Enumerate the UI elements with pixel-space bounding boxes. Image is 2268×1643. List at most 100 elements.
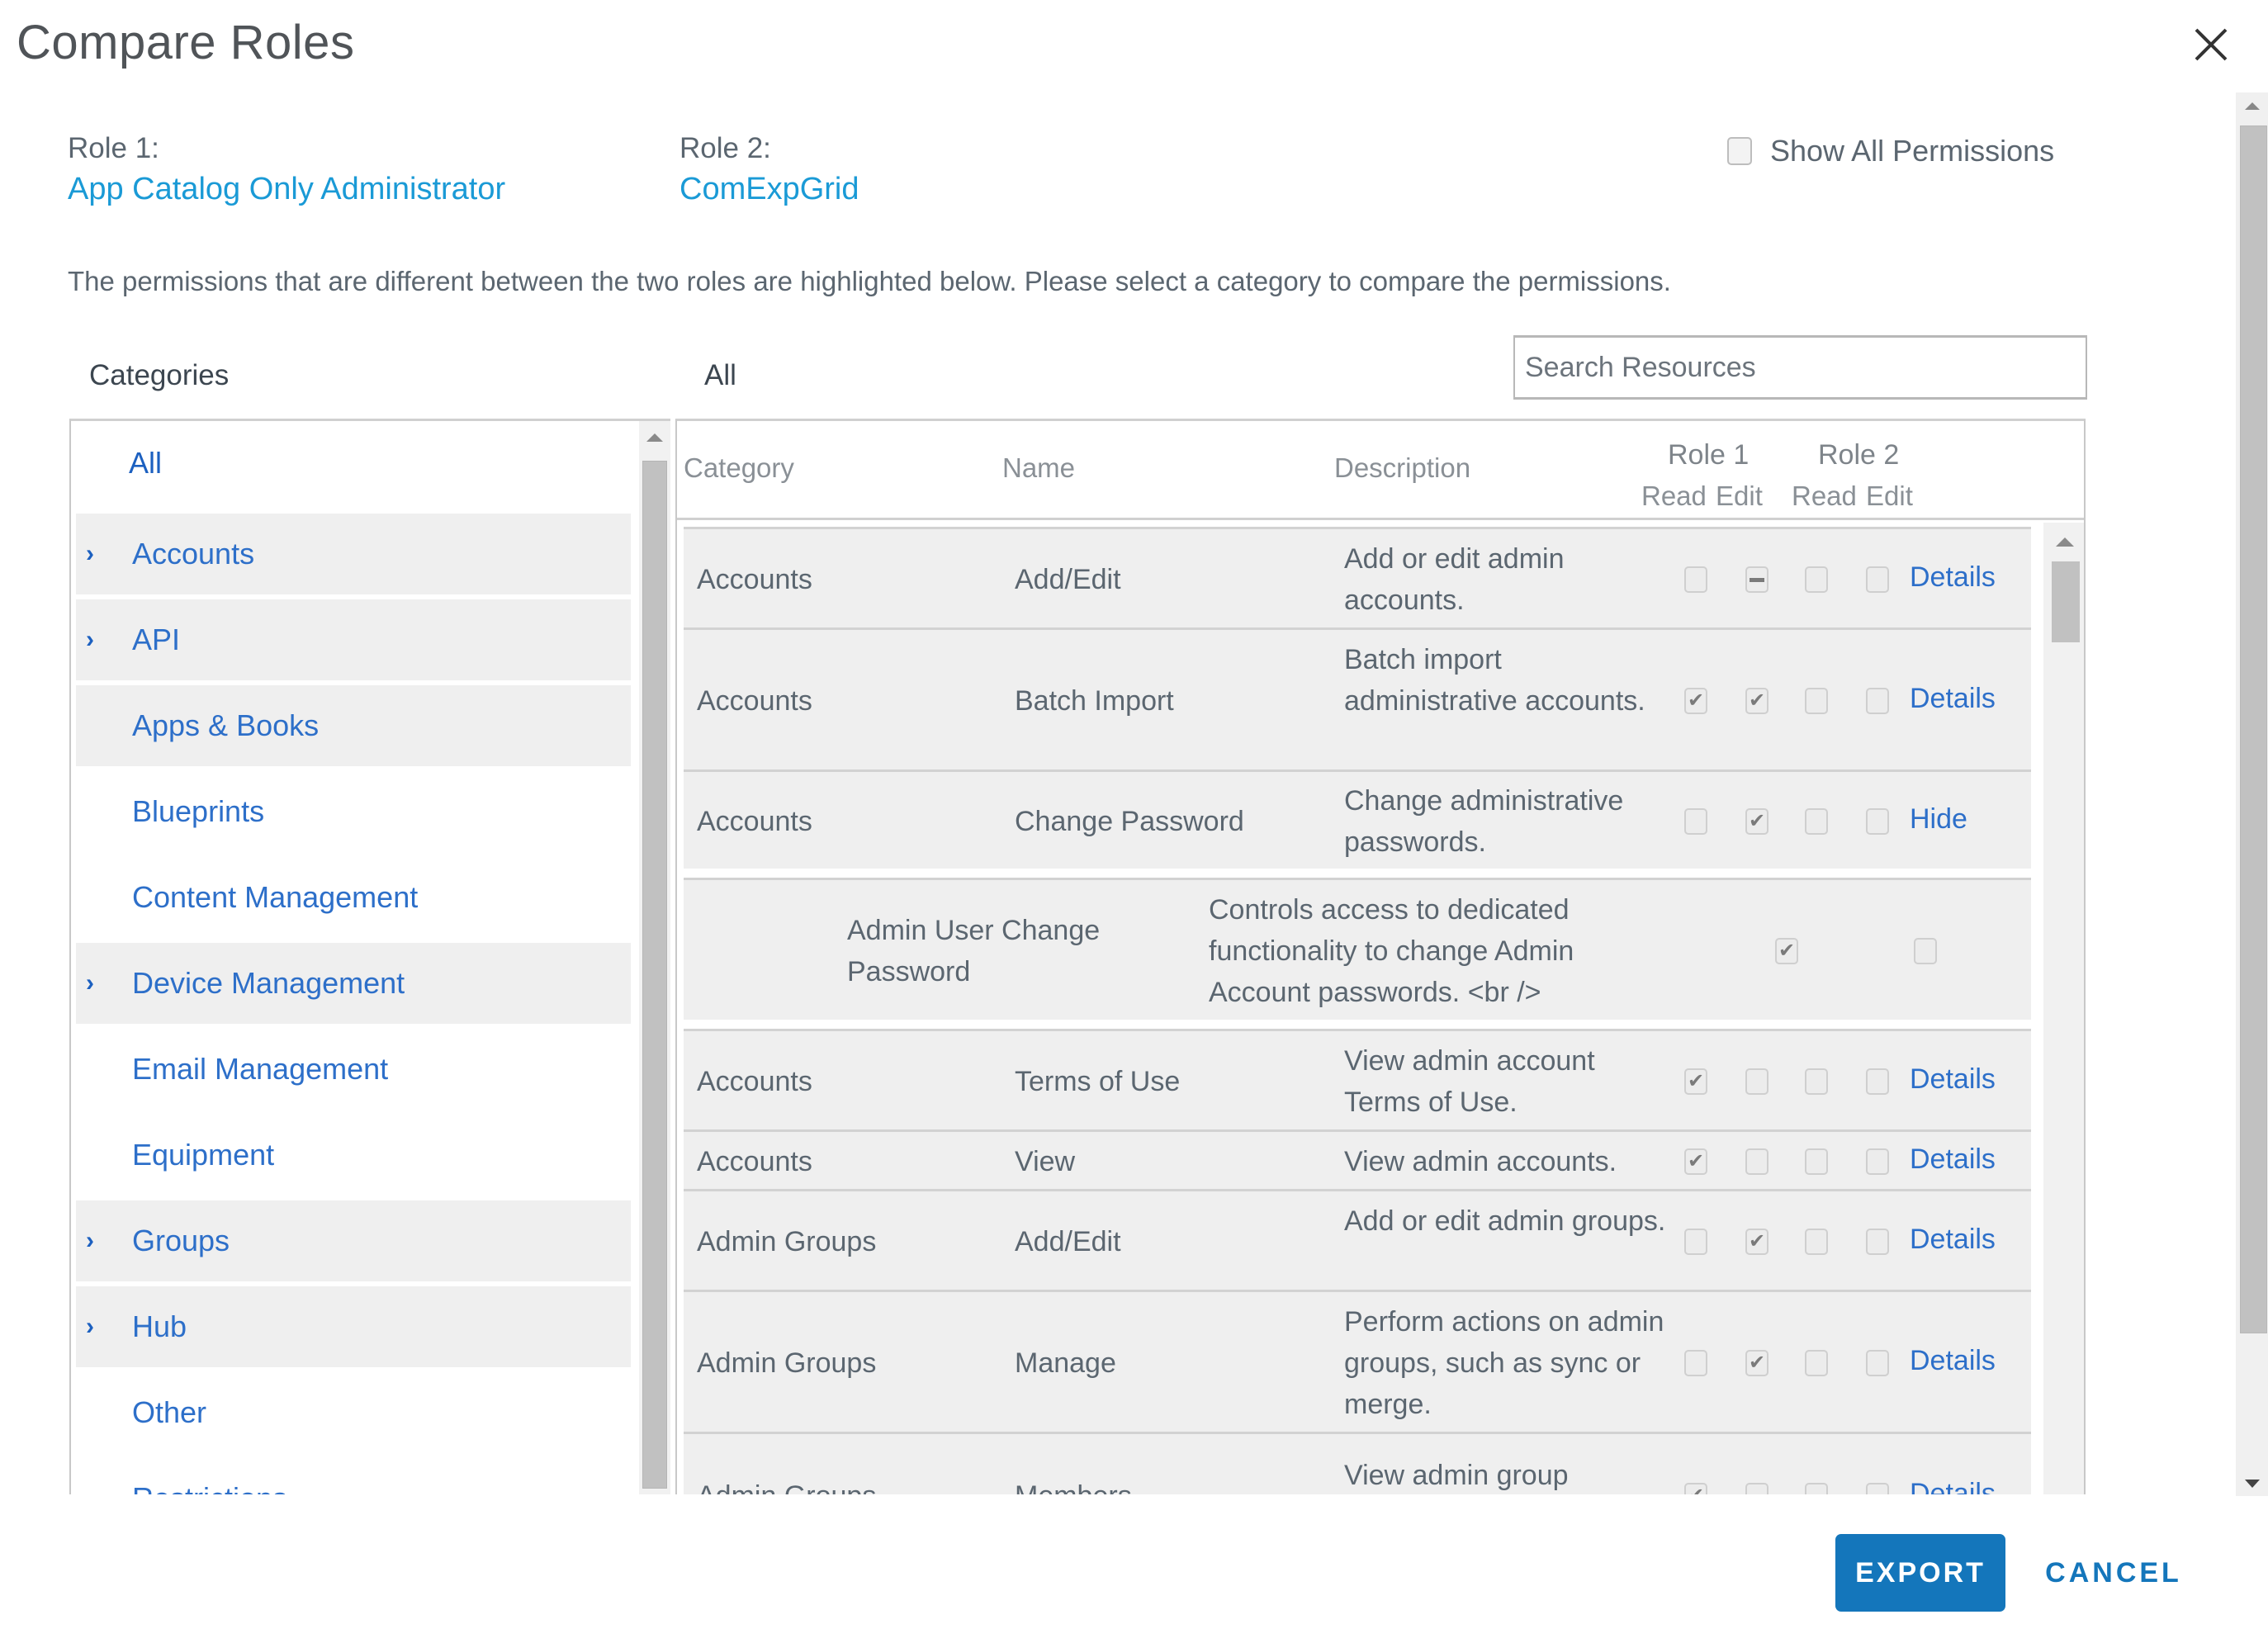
hide-link[interactable]: Hide bbox=[1910, 803, 1967, 836]
scroll-up-arrow-icon[interactable] bbox=[2056, 537, 2074, 547]
r2-edit-checkbox[interactable] bbox=[1866, 1229, 1889, 1255]
r1-read-checkbox[interactable] bbox=[1684, 566, 1707, 593]
category-item[interactable]: Apps & Books bbox=[76, 685, 631, 766]
r2-read-checkbox[interactable] bbox=[1805, 1483, 1828, 1494]
r1-read-checkbox[interactable]: ✔ bbox=[1684, 1483, 1707, 1494]
r1-edit-checkbox[interactable]: ✔ bbox=[1745, 1229, 1768, 1255]
chevron-right-icon[interactable]: › bbox=[86, 626, 107, 654]
r1-edit-checkbox[interactable] bbox=[1745, 1483, 1768, 1494]
header-role2-edit: Edit bbox=[1866, 481, 1913, 511]
details-link[interactable]: Details bbox=[1910, 1345, 1996, 1377]
category-item[interactable]: Equipment bbox=[76, 1115, 631, 1196]
header-role1: Role 1 bbox=[1668, 439, 1750, 471]
table-scrollbar[interactable] bbox=[2043, 523, 2084, 1494]
table-row: Accounts Change Password Change administra… bbox=[684, 769, 2031, 869]
detail-description: Controls access to dedicated functionali… bbox=[1209, 894, 1574, 1008]
r1-edit-checkbox[interactable]: ✔ bbox=[1745, 808, 1768, 835]
category-label: Blueprints bbox=[132, 794, 265, 828]
role1-checkbox[interactable]: ✔ bbox=[1775, 938, 1798, 964]
table-row: Accounts View View admin accounts. ✔ Details bbox=[684, 1129, 2031, 1189]
r1-read-checkbox[interactable] bbox=[1684, 808, 1707, 835]
r2-edit-checkbox[interactable] bbox=[1866, 1483, 1889, 1494]
category-cell: Accounts bbox=[697, 806, 812, 837]
r1-edit-checkbox[interactable]: ✔ bbox=[1745, 1350, 1768, 1376]
r2-edit-checkbox[interactable] bbox=[1866, 688, 1889, 714]
chevron-right-icon[interactable]: › bbox=[86, 1484, 107, 1494]
description-cell: View admin account Terms of Use. bbox=[1344, 1045, 1595, 1118]
chevron-right-icon[interactable]: › bbox=[86, 1227, 107, 1255]
scrollbar-thumb[interactable] bbox=[2052, 561, 2080, 642]
r1-read-checkbox[interactable]: ✔ bbox=[1684, 1148, 1707, 1175]
r2-edit-checkbox[interactable] bbox=[1866, 1350, 1889, 1376]
chevron-right-icon[interactable]: › bbox=[86, 969, 107, 997]
role2-checkbox[interactable] bbox=[1914, 938, 1937, 964]
category-cell: Accounts bbox=[697, 1066, 812, 1097]
r1-read-checkbox[interactable]: ✔ bbox=[1684, 688, 1707, 714]
r1-read-checkbox[interactable]: ✔ bbox=[1684, 1068, 1707, 1095]
r1-edit-checkbox[interactable] bbox=[1745, 566, 1768, 593]
scrollbar-thumb[interactable] bbox=[642, 461, 667, 1489]
role2-name-link[interactable]: ComExpGrid bbox=[679, 172, 859, 207]
chevron-right-icon[interactable]: › bbox=[86, 1313, 107, 1341]
r2-edit-checkbox[interactable] bbox=[1866, 566, 1889, 593]
details-link[interactable]: Details bbox=[1910, 1063, 1996, 1096]
scroll-down-arrow-icon[interactable] bbox=[2245, 1480, 2260, 1488]
scroll-up-arrow-icon[interactable] bbox=[2245, 102, 2260, 110]
detail-name: Admin User Change Password bbox=[847, 915, 1101, 987]
name-cell: Members bbox=[1015, 1475, 1132, 1494]
details-link[interactable]: Details bbox=[1910, 561, 1996, 594]
show-all-permissions-toggle[interactable]: Show All Permissions bbox=[1727, 134, 2054, 168]
role1-name-link[interactable]: App Catalog Only Administrator bbox=[68, 172, 505, 207]
category-item[interactable]: › Hub bbox=[76, 1286, 631, 1367]
category-item[interactable]: › Groups bbox=[76, 1200, 631, 1281]
details-link[interactable]: Details bbox=[1910, 1224, 1996, 1256]
category-item[interactable]: Content Management bbox=[76, 857, 631, 938]
r2-read-checkbox[interactable] bbox=[1805, 1350, 1828, 1376]
category-item[interactable]: › Restrictions bbox=[76, 1458, 631, 1494]
category-label: Groups bbox=[132, 1224, 230, 1257]
categories-scrollbar[interactable] bbox=[639, 421, 670, 1494]
dialog-scrollbar[interactable] bbox=[2236, 92, 2268, 1496]
details-link[interactable]: Details bbox=[1910, 1143, 1996, 1176]
show-all-permissions-label: Show All Permissions bbox=[1770, 134, 2055, 168]
scroll-up-arrow-icon[interactable] bbox=[646, 433, 663, 442]
table-row: Accounts Batch Import Batch import adminis… bbox=[684, 627, 2031, 769]
r2-read-checkbox[interactable] bbox=[1805, 1229, 1828, 1255]
search-resources-input[interactable] bbox=[1513, 335, 2087, 400]
category-item[interactable]: › Device Management bbox=[76, 943, 631, 1024]
category-item[interactable]: All bbox=[76, 421, 631, 505]
category-item[interactable]: Email Management bbox=[76, 1029, 631, 1110]
r2-edit-checkbox[interactable] bbox=[1866, 808, 1889, 835]
details-link[interactable]: Details bbox=[1910, 683, 1996, 715]
r2-read-checkbox[interactable] bbox=[1805, 566, 1828, 593]
r2-read-checkbox[interactable] bbox=[1805, 1068, 1828, 1095]
r2-read-checkbox[interactable] bbox=[1805, 1148, 1828, 1175]
r1-read-checkbox[interactable] bbox=[1684, 1229, 1707, 1255]
r1-edit-checkbox[interactable] bbox=[1745, 1068, 1768, 1095]
cancel-button[interactable]: CANCEL bbox=[2039, 1534, 2188, 1612]
chevron-right-icon[interactable]: › bbox=[86, 540, 107, 568]
r1-edit-checkbox[interactable]: ✔ bbox=[1745, 688, 1768, 714]
name-cell: Batch Import bbox=[1015, 685, 1174, 717]
details-link[interactable]: Details bbox=[1910, 1478, 1996, 1494]
close-button[interactable] bbox=[2188, 21, 2234, 68]
show-all-permissions-checkbox[interactable] bbox=[1727, 137, 1752, 165]
r2-read-checkbox[interactable] bbox=[1805, 688, 1828, 714]
r1-read-checkbox[interactable] bbox=[1684, 1350, 1707, 1376]
category-label: Accounts bbox=[132, 537, 255, 571]
r2-edit-checkbox[interactable] bbox=[1866, 1148, 1889, 1175]
category-label: API bbox=[132, 623, 181, 656]
category-item[interactable]: Blueprints bbox=[76, 771, 631, 852]
category-item[interactable]: › API bbox=[76, 599, 631, 680]
categories-list: All › Accounts › API Apps & Books Blueprints Co… bbox=[76, 421, 631, 1494]
export-button[interactable]: EXPORT bbox=[1835, 1534, 2005, 1612]
category-label: Apps & Books bbox=[132, 708, 320, 742]
r2-read-checkbox[interactable] bbox=[1805, 808, 1828, 835]
name-cell: Change Password bbox=[1015, 806, 1244, 837]
r1-edit-checkbox[interactable] bbox=[1745, 1148, 1768, 1175]
scrollbar-thumb[interactable] bbox=[2240, 125, 2267, 1333]
category-item[interactable]: Other bbox=[76, 1372, 631, 1453]
r2-edit-checkbox[interactable] bbox=[1866, 1068, 1889, 1095]
category-item[interactable]: › Accounts bbox=[76, 514, 631, 594]
selected-category-heading: All bbox=[704, 359, 736, 391]
